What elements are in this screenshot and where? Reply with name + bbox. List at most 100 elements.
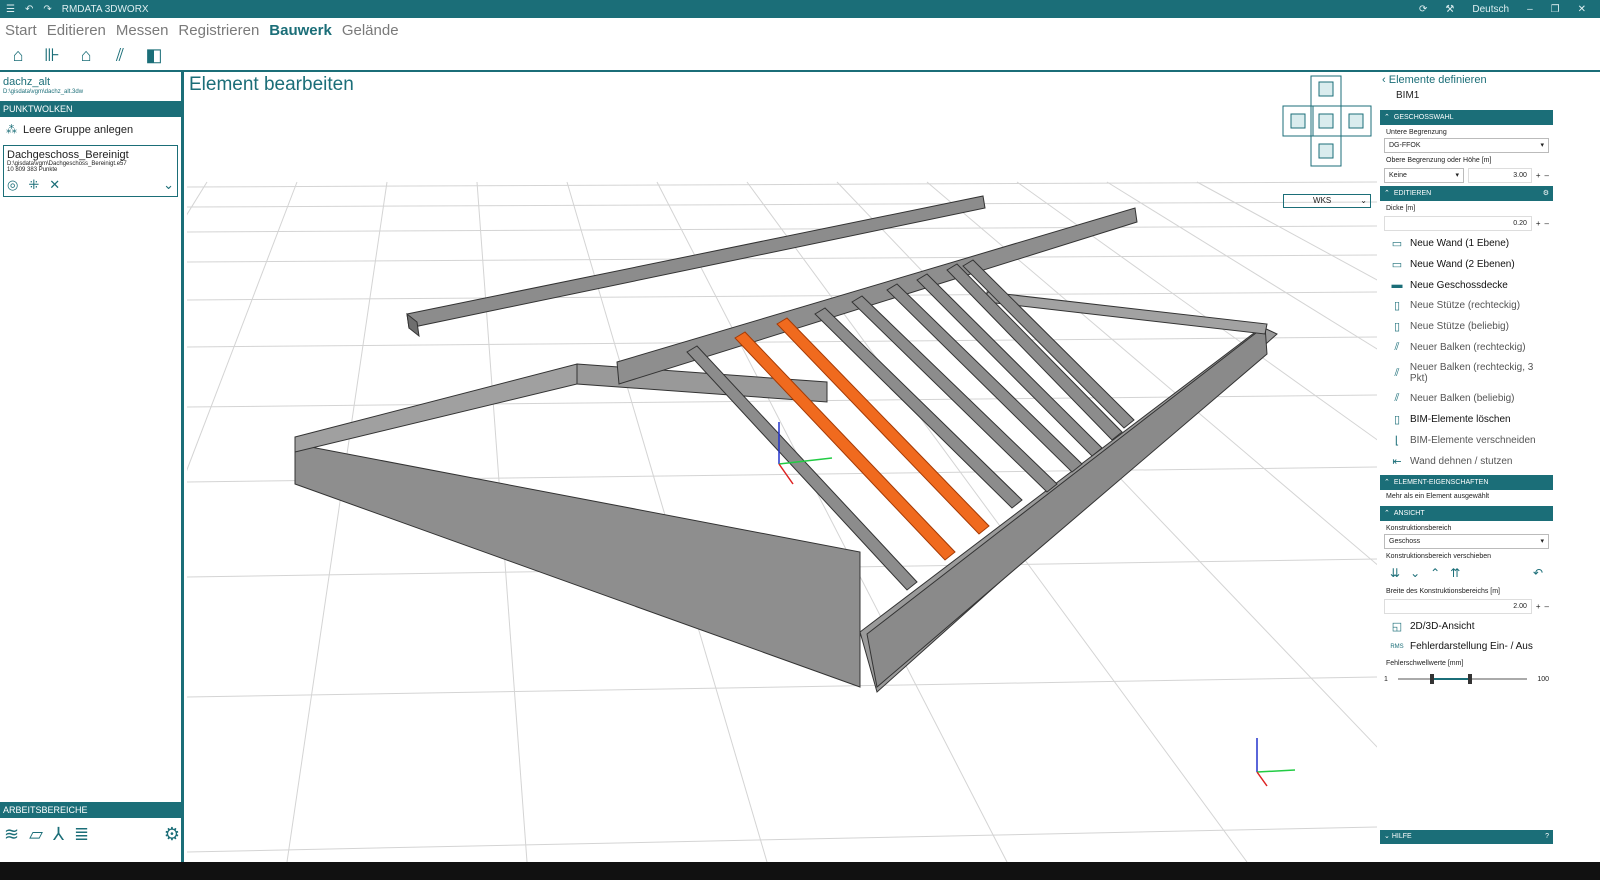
slider-handle-min[interactable] xyxy=(1429,674,1434,684)
delete-icon[interactable]: ✕ xyxy=(49,177,60,193)
tool-column-any[interactable]: ▯ Neue Stütze (beliebig) xyxy=(1380,316,1553,337)
hamburger-icon[interactable]: ☰ xyxy=(6,4,15,15)
settings-icon[interactable]: ⚙ xyxy=(164,824,180,845)
menu-registrieren[interactable]: Registrieren xyxy=(178,22,259,39)
upper-select[interactable]: Keine ▾ xyxy=(1384,168,1464,183)
close-button[interactable]: ✕ xyxy=(1578,4,1586,15)
thickness-label: Dicke [m] xyxy=(1386,205,1416,212)
roof-icon[interactable]: ⫽ xyxy=(110,45,130,65)
tool-extend[interactable]: ⇤ Wand dehnen / stutzen xyxy=(1380,451,1553,472)
threshold-slider[interactable] xyxy=(1397,673,1528,685)
geschoss-header[interactable]: ⌃ GESCHOSSWAHL xyxy=(1380,110,1553,125)
edit-header[interactable]: ⌃ EDITIEREN ⚙ xyxy=(1380,186,1553,201)
hide-icon[interactable]: ◎ xyxy=(7,177,18,193)
minus-icon[interactable]: – xyxy=(1545,171,1549,180)
sync-icon[interactable]: ⟳ xyxy=(1419,4,1427,15)
tools-icon[interactable]: ⚒ xyxy=(1445,4,1454,15)
tool-beam-rect[interactable]: ⫽ Neuer Balken (rechteckig) xyxy=(1380,337,1553,358)
coord-system-select[interactable]: WKS ⌄ xyxy=(1283,194,1371,208)
thickness-input[interactable]: 0.20 xyxy=(1384,216,1532,231)
help-header[interactable]: ⌄ HILFE? xyxy=(1380,830,1553,844)
menu-bauwerk[interactable]: Bauwerk xyxy=(269,22,332,39)
project-name: dachz_alt xyxy=(3,76,51,88)
walls[interactable] xyxy=(294,291,1278,693)
new-group-label: Leere Gruppe anlegen xyxy=(23,123,134,136)
tool-new-wall-2[interactable]: ▭ Neue Wand (2 Ebenen) xyxy=(1380,254,1553,275)
coord-system-value: WKS xyxy=(1313,196,1332,205)
minus-icon[interactable]: – xyxy=(1545,602,1549,611)
gear-icon[interactable]: ⚙ xyxy=(1543,186,1553,201)
language-selector[interactable]: Deutsch xyxy=(1472,4,1509,15)
tool-beam-any[interactable]: ⫽ Neuer Balken (beliebig) xyxy=(1380,388,1553,409)
minimize-button[interactable]: – xyxy=(1527,4,1533,15)
point-cloud-card[interactable]: Dachgeschoss_Bereinigt D:\gisdata\vgm\Da… xyxy=(3,145,178,197)
tool-new-wall-1[interactable]: ▭ Neue Wand (1 Ebene) xyxy=(1380,233,1553,254)
double-down-icon[interactable]: ⇊ xyxy=(1390,566,1400,580)
shift-label: Konstruktionsbereich verschieben xyxy=(1386,553,1492,560)
view-header[interactable]: ⌃ ANSICHT xyxy=(1380,506,1553,521)
main-menu: Start Editieren Messen Registrieren Bauw… xyxy=(0,18,1600,39)
back-beam[interactable] xyxy=(406,195,986,338)
expand-icon[interactable]: ⌄ xyxy=(163,177,174,193)
house-icon[interactable]: ⌂ xyxy=(76,45,96,65)
layers-icon[interactable]: ≣ xyxy=(74,824,89,845)
tool-beam-3pt[interactable]: ⫽ Neuer Balken (rechteckig, 3 Pkt) xyxy=(1380,358,1553,388)
down-icon[interactable]: ⌄ xyxy=(1410,566,1420,580)
menu-messen[interactable]: Messen xyxy=(116,22,169,39)
column-icon: ▯ xyxy=(1393,300,1401,312)
width-input[interactable]: 2.00 xyxy=(1384,599,1532,614)
collapse-icon: ⌄ xyxy=(1384,833,1390,840)
redo-icon[interactable]: ↷ xyxy=(43,4,51,15)
plus-icon[interactable]: + xyxy=(1536,602,1541,611)
panel-subtitle: BIM1 xyxy=(1396,90,1420,101)
left-panel: dachz_alt D:\gisdata\vgm\dachz_alt.3dw P… xyxy=(0,72,184,862)
axes-icon[interactable]: ⅄ xyxy=(53,824,64,845)
upper-height-input[interactable]: 3.00 xyxy=(1468,168,1532,183)
menu-gelaende[interactable]: Gelände xyxy=(342,22,399,39)
back-link[interactable]: ‹ Elemente definieren xyxy=(1380,72,1553,86)
collapse-icon: ⌃ xyxy=(1384,190,1390,197)
export-icon[interactable]: ◧ xyxy=(144,45,164,65)
folder-icon[interactable]: ▱ xyxy=(29,824,43,845)
collapse-icon: ⌃ xyxy=(1384,479,1390,486)
filter-icon[interactable]: ⁜ xyxy=(28,177,39,193)
plus-icon[interactable]: + xyxy=(1536,219,1541,228)
collapse-icon: ⌃ xyxy=(1384,114,1390,121)
slider-handle-max[interactable] xyxy=(1467,674,1472,684)
scene-canvas[interactable] xyxy=(187,72,1377,862)
cloud-name: Dachgeschoss_Bereinigt xyxy=(7,149,129,161)
title-bar: ☰ ↶ ↷ RMDATA 3DWORX ⟳ ⚒ Deutsch – ❐ ✕ xyxy=(0,0,1600,18)
3d-viewport[interactable]: Element bearbeiten WKS ⌄ xyxy=(187,72,1377,862)
up-icon[interactable]: ⌃ xyxy=(1430,566,1440,580)
tool-intersect[interactable]: ⌊ BIM-Elemente verschneiden xyxy=(1380,430,1553,451)
back-link-label: Elemente definieren xyxy=(1388,74,1487,86)
undo-icon[interactable]: ↶ xyxy=(25,4,33,15)
group-icon: ⁂ xyxy=(6,124,17,136)
lower-label: Untere Begrenzung xyxy=(1386,129,1447,136)
view-cube[interactable] xyxy=(1282,75,1372,167)
toggle-2d3d[interactable]: ◱ 2D/3D-Ansicht xyxy=(1380,616,1553,637)
menu-editieren[interactable]: Editieren xyxy=(47,22,106,39)
new-group-button[interactable]: ⁂ Leere Gruppe anlegen xyxy=(0,117,181,142)
lower-select[interactable]: DG-FFOK ▾ xyxy=(1384,138,1549,153)
wall-icon[interactable]: ⊪ xyxy=(42,45,62,65)
reset-icon[interactable]: ↶ xyxy=(1533,566,1543,580)
toggle-error-display[interactable]: RMS Fehlerdarstellung Ein- / Aus xyxy=(1380,637,1553,656)
building-icon[interactable]: ⌂ xyxy=(8,45,28,65)
database-icon[interactable]: ≋ xyxy=(4,824,19,845)
section-arbeitsbereiche: ARBEITSBEREICHE xyxy=(0,802,184,818)
chevron-down-icon: ▾ xyxy=(1540,538,1544,545)
tool-new-slab[interactable]: ▬ Neue Geschossdecke xyxy=(1380,275,1553,295)
props-header[interactable]: ⌃ ELEMENT-EIGENSCHAFTEN xyxy=(1380,475,1553,490)
double-up-icon[interactable]: ⇈ xyxy=(1450,566,1460,580)
tool-column-rect[interactable]: ▯ Neue Stütze (rechteckig) xyxy=(1380,295,1553,316)
menu-start[interactable]: Start xyxy=(5,22,37,39)
cloud-points: 10 809 383 Punkte xyxy=(7,167,58,173)
help-icon[interactable]: ? xyxy=(1545,830,1553,844)
props-info: Mehr als ein Element ausgewählt xyxy=(1386,493,1490,500)
minus-icon[interactable]: – xyxy=(1545,219,1549,228)
maximize-button[interactable]: ❐ xyxy=(1551,4,1560,15)
construct-select[interactable]: Geschoss ▾ xyxy=(1384,534,1549,549)
plus-icon[interactable]: + xyxy=(1536,171,1541,180)
tool-delete[interactable]: ▯ BIM-Elemente löschen xyxy=(1380,409,1553,430)
